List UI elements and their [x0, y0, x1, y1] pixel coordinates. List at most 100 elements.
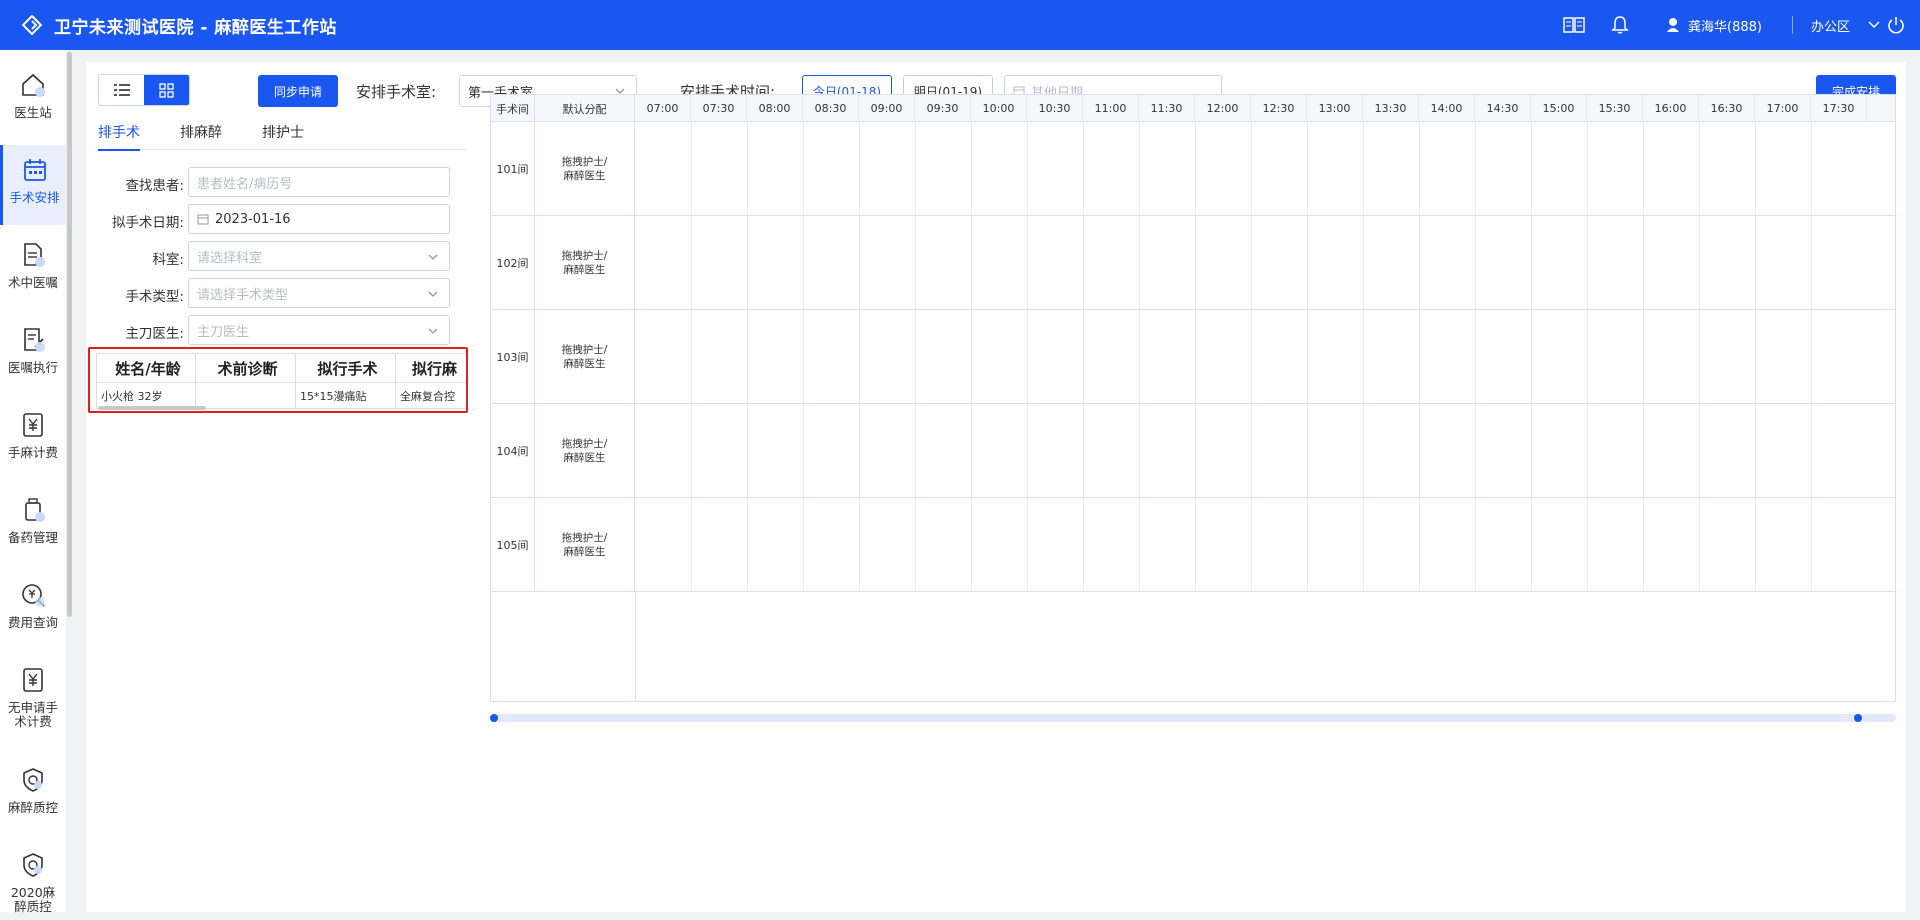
user-menu[interactable]: 龚海华(888)	[1666, 16, 1762, 35]
time-slot-header: 12:30	[1251, 95, 1307, 122]
time-slot-header: 08:30	[803, 95, 859, 122]
sidebar-item-anesthesia-billing[interactable]: 手麻计费	[0, 400, 66, 480]
room-label: 安排手术室:	[356, 83, 437, 101]
power-icon[interactable]	[1884, 13, 1908, 37]
sidebar-item-label: 术中医嘱	[7, 275, 58, 290]
sidebar-item-no-application-billing[interactable]: 无申请手术计费	[0, 655, 66, 735]
surgeon-row: 主刀医生: 主刀医生	[86, 315, 450, 345]
home-icon	[22, 73, 45, 97]
planned-date-label: 拟手术日期:	[111, 215, 184, 231]
shield-icon	[23, 853, 43, 877]
room-row-101: 101间 拖拽护士/麻醉医生	[491, 122, 1895, 216]
room-assign-drop-zone[interactable]: 拖拽护士/麻醉医生	[535, 310, 635, 404]
header-divider	[1791, 16, 1793, 34]
sidebar-item-label: 2020麻醉质控	[10, 885, 56, 914]
yen-search-icon	[22, 584, 45, 607]
sidebar-scrollbar[interactable]	[67, 52, 72, 617]
room-name: 104间	[491, 404, 535, 498]
time-slot-header: 14:30	[1475, 95, 1531, 122]
table-scrollbar[interactable]	[98, 406, 206, 410]
room-name: 103间	[491, 310, 535, 404]
list-view-button[interactable]	[99, 75, 144, 105]
office-label: 办公区	[1810, 19, 1850, 35]
room-assign-drop-zone[interactable]: 拖拽护士/麻醉医生	[535, 122, 635, 216]
cell-planned-anesthesia: 全麻复合控	[396, 383, 466, 409]
column-header-planned-anesthesia[interactable]: 拟行麻	[396, 353, 466, 383]
scroll-end-handle[interactable]	[1854, 714, 1862, 722]
patient-table: 姓名/年龄 术前诊断 拟行手术 拟行麻 小火枪 32岁 15*15漫痛贴 全麻复…	[88, 347, 468, 413]
document-icon	[24, 243, 45, 267]
surgery-type-select[interactable]: 请选择手术类型	[188, 278, 450, 308]
schedule-grid-header: 手术间 默认分配 07:00 07:30 08:00 08:30 09:00 09:30 1…	[491, 95, 1895, 122]
schedule-grid: 手术间 默认分配 07:00 07:30 08:00 08:30 09:00 09:30 1…	[490, 94, 1896, 702]
office-selector[interactable]: 办公区	[1811, 16, 1880, 35]
department-select[interactable]: 请选择科室	[188, 241, 450, 271]
time-slot-header: 16:30	[1699, 95, 1755, 122]
column-header-diagnosis[interactable]: 术前诊断	[196, 353, 296, 383]
grid-icon	[159, 82, 174, 98]
time-slot-header: 17:00	[1755, 95, 1811, 122]
column-header-name-age[interactable]: 姓名/年龄	[96, 353, 196, 383]
schedule-horizontal-scrollbar[interactable]	[490, 714, 1896, 722]
sidebar-item-anesthesia-qc[interactable]: 麻醉质控	[0, 755, 66, 835]
bell-icon[interactable]	[1608, 13, 1632, 37]
search-patient-input[interactable]: 患者姓名/病历号	[188, 167, 450, 197]
list-icon	[113, 84, 130, 96]
department-label: 科室:	[152, 252, 184, 268]
time-slot-header: 11:30	[1139, 95, 1195, 122]
room-assign-drop-zone[interactable]: 拖拽护士/麻醉医生	[535, 404, 635, 498]
tab-schedule-nurse[interactable]: 排护士	[262, 122, 304, 149]
time-slot-header: 10:30	[1027, 95, 1083, 122]
time-slot-header: 09:30	[915, 95, 971, 122]
medicine-icon	[25, 498, 45, 522]
sidebar-item-medicine-management[interactable]: 备药管理	[0, 485, 66, 565]
shield-icon	[23, 768, 43, 792]
room-assign-drop-zone[interactable]: 拖拽护士/麻醉医生	[535, 498, 635, 592]
calendar-icon	[23, 159, 46, 181]
sidebar-item-2020-anesthesia-qc[interactable]: 2020麻醉质控	[0, 840, 66, 920]
time-slot-header: 13:00	[1307, 95, 1363, 122]
room-column-header: 手术间	[491, 95, 535, 122]
room-row-103: 103间 拖拽护士/麻醉医生	[491, 310, 1895, 404]
room-row-104: 104间 拖拽护士/麻醉医生	[491, 404, 1895, 498]
search-patient-label: 查找患者:	[125, 178, 184, 194]
cell-planned-surgery: 15*15漫痛贴	[296, 383, 396, 409]
tab-schedule-anesthesia[interactable]: 排麻醉	[180, 122, 222, 149]
sidebar-item-intraop-orders[interactable]: 术中医嘱	[0, 230, 66, 310]
main-panel: 同步申请 安排手术室: 第一手术室 安排手术时间: 今日(01-18) 明日(0…	[86, 62, 1906, 912]
sidebar: 医生站 手术安排 术中医嘱 医嘱执行 手麻计费 备药管理 费用查询 无申请手术计…	[0, 50, 66, 914]
assign-column-header: 默认分配	[535, 95, 635, 122]
patient-table-header: 姓名/年龄 术前诊断 拟行手术 拟行麻	[96, 353, 466, 383]
scroll-start-handle[interactable]	[490, 714, 498, 722]
time-slot-header: 14:00	[1419, 95, 1475, 122]
room-name: 105间	[491, 498, 535, 592]
time-slot-header: 12:00	[1195, 95, 1251, 122]
sidebar-item-label: 备药管理	[7, 530, 58, 545]
time-slot-header: 11:00	[1083, 95, 1139, 122]
sidebar-item-order-execution[interactable]: 医嘱执行	[0, 315, 66, 395]
tab-schedule-surgery[interactable]: 排手术	[98, 122, 140, 151]
planned-date-input[interactable]: 2023-01-16	[188, 204, 450, 234]
time-slot-header: 17:30	[1811, 95, 1867, 122]
sync-application-button[interactable]: 同步申请	[258, 75, 338, 107]
room-assign-drop-zone[interactable]: 拖拽护士/麻醉医生	[535, 216, 635, 310]
sidebar-item-label: 医嘱执行	[7, 360, 58, 375]
app-title: 卫宁未来测试医院 - 麻醉医生工作站	[54, 17, 337, 38]
sidebar-item-doctor-station[interactable]: 医生站	[0, 60, 66, 140]
yen-icon	[23, 413, 43, 437]
book-icon[interactable]	[1562, 13, 1586, 37]
yen-icon	[23, 668, 43, 692]
time-slot-header: 08:00	[747, 95, 803, 122]
grid-view-button[interactable]	[144, 75, 189, 105]
user-icon	[1667, 18, 1680, 32]
sidebar-item-label: 手术安排	[9, 190, 60, 205]
surgeon-placeholder: 主刀医生	[197, 324, 250, 340]
cell-diagnosis	[196, 383, 296, 409]
surgeon-select[interactable]: 主刀医生	[188, 315, 450, 345]
chevron-down-icon	[428, 291, 438, 297]
sidebar-item-surgery-schedule[interactable]: 手术安排	[0, 145, 66, 225]
sidebar-item-fee-query[interactable]: 费用查询	[0, 570, 66, 650]
column-header-planned-surgery[interactable]: 拟行手术	[296, 353, 396, 383]
time-slot-header: 10:00	[971, 95, 1027, 122]
planned-date-row: 拟手术日期: 2023-01-16	[86, 204, 450, 234]
